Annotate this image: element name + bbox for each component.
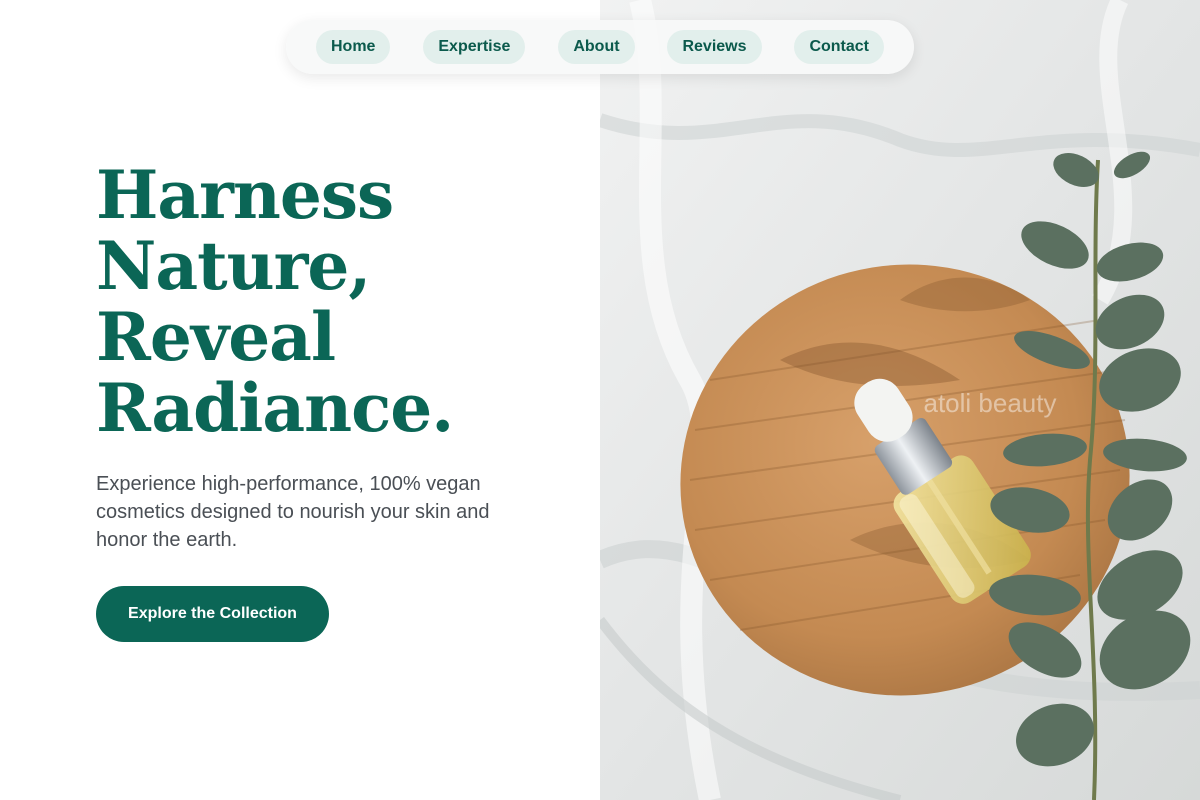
top-navigation: Home Expertise About Reviews Contact <box>286 20 914 74</box>
nav-item-reviews[interactable]: Reviews <box>667 30 762 64</box>
hero-title: Harness Nature, Reveal Radiance. <box>96 160 576 444</box>
nav-item-expertise[interactable]: Expertise <box>423 30 526 64</box>
nav-item-home[interactable]: Home <box>316 30 391 64</box>
hero-title-line: Nature, <box>96 227 371 305</box>
product-photo-illustration: atoli beauty <box>600 0 1200 800</box>
hero-content: Harness Nature, Reveal Radiance. Experie… <box>0 0 600 800</box>
explore-collection-button[interactable]: Explore the Collection <box>96 586 329 642</box>
hero-title-line: Reveal <box>96 298 336 376</box>
photo-watermark: atoli beauty <box>924 388 1057 418</box>
hero-title-line: Radiance. <box>96 369 454 447</box>
hero-subtitle: Experience high-performance, 100% vegan … <box>96 473 490 551</box>
nav-item-about[interactable]: About <box>558 30 635 64</box>
hero-photo: atoli beauty <box>600 0 1200 800</box>
nav-item-contact[interactable]: Contact <box>794 30 884 64</box>
hero-title-line: Harness <box>96 156 394 234</box>
